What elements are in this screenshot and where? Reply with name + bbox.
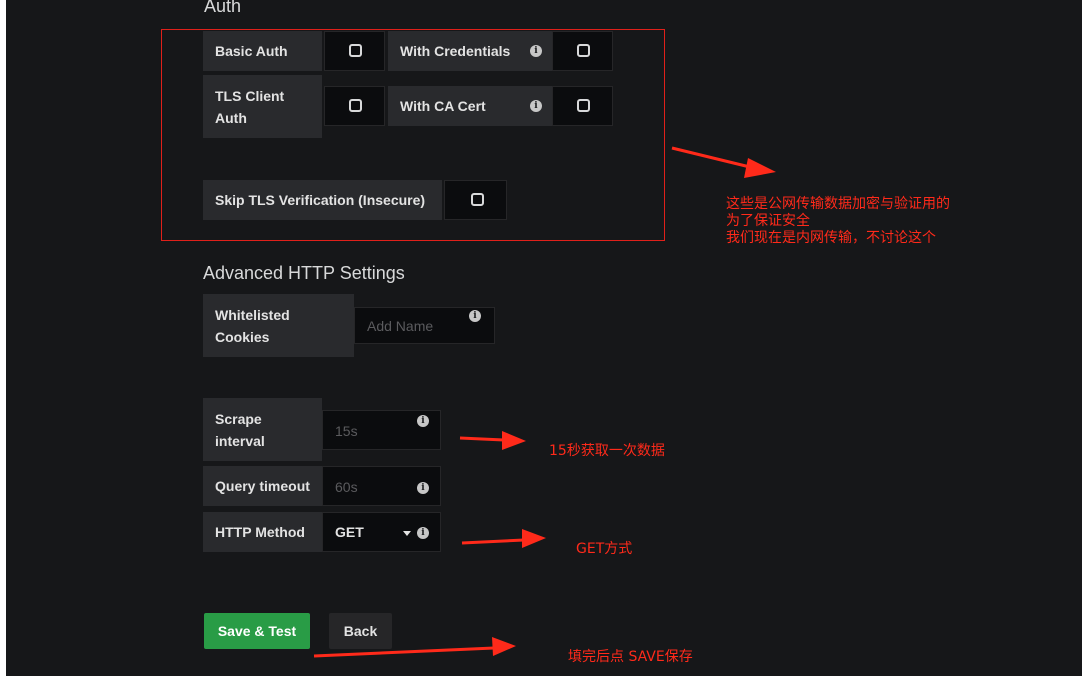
arrow-annotation <box>461 529 546 548</box>
datasource-settings-panel: Auth Basic Auth With Credentials i TLS C… <box>6 0 1082 676</box>
arrow-annotation <box>671 146 776 178</box>
arrow-annotation <box>459 431 526 450</box>
arrow-annotation <box>313 637 516 658</box>
annotation-arrows <box>313 146 776 658</box>
